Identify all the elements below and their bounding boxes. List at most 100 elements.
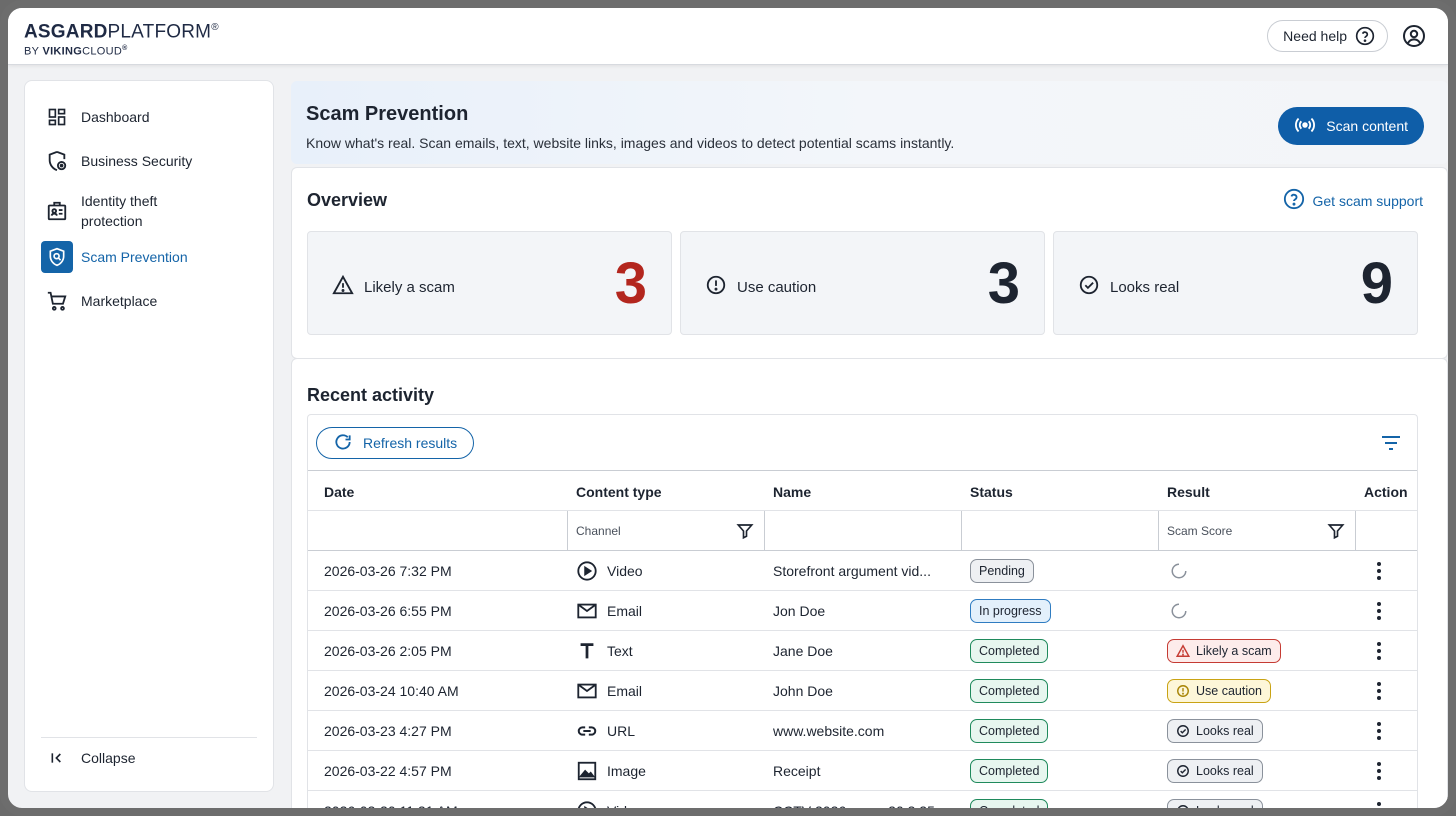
get-scam-support-link[interactable]: Get scam support	[1283, 188, 1424, 213]
page-title: Scam Prevention	[306, 103, 469, 125]
need-help-button[interactable]: Need help	[1267, 20, 1388, 52]
logo[interactable]: ASGARDPLATFORM® BY VIKINGCLOUD®	[24, 18, 219, 59]
row-actions-kebab-icon[interactable]	[1376, 721, 1382, 744]
status-badge: Completed	[970, 679, 1049, 703]
play-circle-icon	[576, 560, 598, 582]
sidebar-item-identity-theft-protection[interactable]: Identity theft protection	[41, 189, 257, 233]
row-date: 2026-03-24 10:40 AM	[324, 683, 459, 699]
status-badge: In progress	[970, 599, 1051, 623]
link-icon	[576, 720, 598, 742]
column-header-date[interactable]: Date	[324, 484, 354, 500]
top-bar: ASGARDPLATFORM® BY VIKINGCLOUD® Need hel…	[8, 8, 1448, 65]
column-header-name[interactable]: Name	[773, 484, 811, 500]
row-actions-kebab-icon[interactable]	[1376, 801, 1382, 808]
get-scam-support-label: Get scam support	[1312, 192, 1424, 209]
row-name: Storefront argument vid...	[773, 563, 931, 579]
table-row[interactable]: 2026-03-23 4:27 PM URL www.website.com C…	[308, 711, 1417, 751]
row-content-type: Email	[607, 683, 643, 699]
row-actions-kebab-icon[interactable]	[1376, 641, 1382, 664]
result-badge: Looks real	[1167, 759, 1263, 783]
stat-value: 3	[614, 251, 647, 316]
column-header-status[interactable]: Status	[970, 484, 1013, 500]
result-label: Looks real	[1196, 804, 1254, 816]
stat-card-likely-scam[interactable]: Likely a scam 3	[307, 231, 672, 335]
mail-icon	[576, 600, 598, 622]
row-content-type: URL	[607, 723, 636, 739]
row-content-type: Video	[607, 563, 643, 579]
cart-icon	[41, 285, 73, 317]
channel-filter-input[interactable]: Channel	[567, 511, 764, 551]
result-label: Looks real	[1196, 724, 1254, 738]
broadcast-icon	[1294, 114, 1316, 139]
row-name: Receipt	[773, 763, 821, 779]
row-name: John Doe	[773, 683, 833, 699]
app-window: ASGARDPLATFORM® BY VIKINGCLOUD® Need hel…	[0, 0, 1456, 816]
row-actions-kebab-icon[interactable]	[1376, 601, 1382, 624]
play-circle-icon	[576, 800, 598, 808]
row-name: CCTV 2026_may_20 3:25	[773, 803, 935, 816]
sidebar-item-label: Business Security	[81, 153, 193, 169]
result-label: Looks real	[1196, 764, 1254, 778]
table-header: Date Content type Name Status Result Act…	[308, 470, 1417, 511]
table-row[interactable]: 2026-03-22 4:57 PM Image Receipt Complet…	[308, 751, 1417, 791]
row-actions-kebab-icon[interactable]	[1376, 681, 1382, 704]
row-date: 2026-03-23 4:27 PM	[324, 723, 452, 739]
check-circle-icon	[1177, 805, 1189, 808]
page-description: Know what's real. Scan emails, text, web…	[306, 135, 955, 151]
action-filter-cell	[1355, 511, 1417, 551]
channel-filter-placeholder: Channel	[576, 524, 621, 538]
stat-value: 3	[987, 251, 1020, 316]
name-filter-input[interactable]	[764, 511, 961, 551]
check-circle-icon	[1177, 765, 1189, 777]
table-row[interactable]: 2026-03-26 7:32 PM Video Storefront argu…	[308, 551, 1417, 591]
check-circle-icon	[1078, 274, 1100, 300]
funnel-icon[interactable]	[736, 522, 754, 545]
funnel-icon[interactable]	[1327, 522, 1345, 545]
need-help-label: Need help	[1283, 28, 1347, 44]
row-date: 2026-03-26 2:05 PM	[324, 643, 452, 659]
table-row[interactable]: 2026-03-26 6:55 PM Email Jon Doe In prog…	[308, 591, 1417, 631]
sidebar-item-marketplace[interactable]: Marketplace	[41, 285, 257, 317]
row-date: 2026-03-20 11:21 AM	[324, 803, 458, 816]
scam-score-filter-input[interactable]: Scam Score	[1158, 511, 1355, 551]
logo-byline: BY VIKINGCLOUD®	[24, 45, 128, 58]
row-name: Jon Doe	[773, 603, 826, 619]
mail-icon	[576, 680, 598, 702]
status-badge: Completed	[970, 719, 1049, 743]
sidebar-item-dashboard[interactable]: Dashboard	[41, 101, 257, 133]
column-header-result[interactable]: Result	[1167, 484, 1210, 500]
column-header-content-type[interactable]: Content type	[576, 484, 662, 500]
row-date: 2026-03-26 7:32 PM	[324, 563, 452, 579]
stat-card-use-caution[interactable]: Use caution 3	[680, 231, 1045, 335]
refresh-icon	[333, 432, 353, 455]
sidebar-item-business-security[interactable]: Business Security	[41, 145, 257, 177]
loading-spinner-icon	[1170, 562, 1188, 583]
sidebar: Dashboard Business Security Identity the…	[24, 80, 274, 792]
status-filter-input[interactable]	[961, 511, 1158, 551]
scan-content-button[interactable]: Scan content	[1278, 107, 1424, 145]
text-type-icon	[576, 640, 598, 662]
table-row[interactable]: 2026-03-20 11:21 AM Video CCTV 2026_may_…	[308, 791, 1417, 816]
recent-activity-title: Recent activity	[307, 385, 435, 405]
alert-circle-icon	[1177, 685, 1189, 697]
filter-list-icon[interactable]	[1381, 435, 1401, 456]
sidebar-item-scam-prevention[interactable]: Scam Prevention	[41, 241, 257, 273]
user-account-icon[interactable]	[1402, 24, 1426, 48]
row-actions-kebab-icon[interactable]	[1376, 761, 1382, 784]
loading-spinner-icon	[1170, 602, 1188, 623]
stat-card-looks-real[interactable]: Looks real 9	[1053, 231, 1418, 335]
collapse-label: Collapse	[81, 749, 136, 766]
row-actions-kebab-icon[interactable]	[1376, 561, 1382, 584]
id-badge-icon	[41, 195, 73, 227]
alert-circle-icon	[705, 274, 727, 300]
sidebar-item-label: Identity theft protection	[81, 193, 158, 229]
shield-gear-icon	[41, 145, 73, 177]
collapse-button[interactable]: Collapse	[41, 737, 257, 777]
row-content-type: Image	[607, 763, 646, 779]
refresh-results-button[interactable]: Refresh results	[316, 427, 475, 459]
result-badge: Use caution	[1167, 679, 1272, 703]
table-row[interactable]: 2026-03-24 10:40 AM Email John Doe Compl…	[308, 671, 1417, 711]
recent-activity-panel: Recent activity Refresh results Date Con…	[291, 358, 1448, 816]
overview-title: Overview	[307, 190, 388, 210]
table-row[interactable]: 2026-03-26 2:05 PM Text Jane Doe Complet…	[308, 631, 1417, 671]
